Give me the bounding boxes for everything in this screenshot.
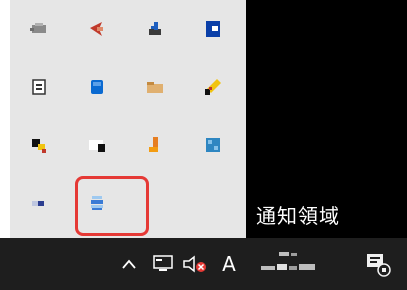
tray-icon-10[interactable] [126,116,184,174]
tray-icon-0[interactable] [10,0,68,58]
tray-icon-11[interactable] [184,116,242,174]
chevron-up-icon[interactable] [118,238,140,290]
tray-app-onedrive-icon [91,80,103,94]
tray-app-blue-square-icon [206,21,220,37]
tray-icon-5[interactable] [68,58,126,116]
tray-app-blue-grid-icon [206,138,220,152]
tray-app-orange-key-icon [149,137,158,152]
ime-mode-indicator[interactable]: A [217,238,241,290]
tray-overflow-panel [10,0,246,238]
tray-app-white-box-icon [32,79,46,95]
tray-icon-4[interactable] [10,58,68,116]
tray-app-grey-icon [30,23,46,33]
tray-app-folder-icon [147,82,163,93]
tray-icon-2[interactable] [126,0,184,58]
tray-icon-6[interactable] [126,58,184,116]
tray-app-yellow-black-icon [205,79,221,95]
tray-app-bluetooth-like-icon [149,22,161,35]
tray-app-white-black-icon [89,140,105,152]
tray-icon-3[interactable] [184,0,242,58]
notification-icon[interactable] [360,238,396,290]
highlight-box [75,176,149,236]
volume-muted-icon[interactable] [180,238,210,290]
notification-area-label: 通知領域 [256,204,340,228]
tray-icon-1[interactable] [68,0,126,58]
clock-icon[interactable] [256,238,322,290]
ime-mode-label: A [222,252,236,276]
tray-icon-7[interactable] [184,58,242,116]
taskbar: A [0,238,407,290]
tray-app-red-arrow-icon [90,22,103,36]
tray-icon-9[interactable] [68,116,126,174]
tray-icon-12[interactable] [10,174,68,232]
tray-app-small-blue-icon [32,201,44,206]
network-icon[interactable] [150,238,176,290]
tray-app-yellow-black-red-icon [32,139,46,153]
tray-icon-8[interactable] [10,116,68,174]
